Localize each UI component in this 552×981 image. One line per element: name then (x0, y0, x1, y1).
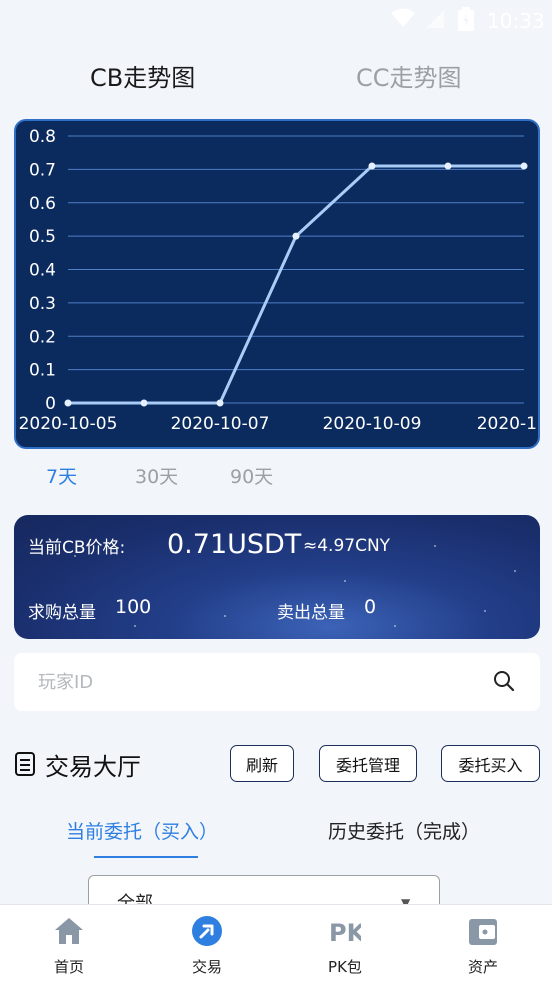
range-tab-30d[interactable]: 30天 (135, 462, 178, 489)
price-value: 0.71USDT (167, 529, 302, 560)
buy-total-value: 100 (115, 596, 152, 618)
price-data-point (64, 399, 72, 407)
range-tab-7d[interactable]: 7天 (46, 462, 77, 489)
range-tab-90d[interactable]: 90天 (230, 462, 273, 489)
player-id-input[interactable] (38, 667, 478, 697)
place-buy-order-button[interactable]: 委托买入 (441, 745, 540, 782)
tab-cb-chart[interactable]: CB走势图 (90, 58, 195, 93)
nav-trade[interactable]: 交易 (157, 905, 257, 981)
wallet-icon (469, 919, 497, 945)
pk-icon: PK (329, 919, 361, 947)
active-tab-underline (94, 856, 198, 858)
svg-text:PK: PK (329, 919, 361, 947)
y-tick-label: 0.4 (29, 261, 56, 281)
tab-history-orders[interactable]: 历史委托（完成） (328, 817, 480, 844)
chart-type-tabs: CB走势图 CC走势图 (0, 58, 552, 98)
document-list-icon (15, 752, 35, 776)
refresh-button[interactable]: 刷新 (230, 745, 294, 782)
y-tick-label: 0.8 (29, 127, 56, 147)
price-card: 当前CB价格: 0.71USDT ≈4.97CNY 求购总量 100 卖出总量 … (14, 515, 540, 639)
nav-assets-label: 资产 (467, 958, 498, 976)
nav-home-label: 首页 (53, 958, 84, 976)
order-tabs: 当前委托（买入） 历史委托（完成） (0, 815, 552, 865)
price-line-chart: 0 0.1 0.2 0.3 0.4 0.5 0.6 0.7 0.8 2020-10-05 2020-… (19, 127, 540, 434)
nav-pk[interactable]: PK PK包 (295, 905, 395, 981)
clock: 10:33 (487, 9, 545, 33)
price-data-point (520, 162, 528, 170)
status-bar: 10:33 (0, 0, 552, 40)
nav-trade-label: 交易 (191, 958, 222, 976)
price-cny: ≈4.97CNY (303, 536, 391, 556)
price-data-point (216, 399, 224, 407)
x-tick-label: 2020-10-09 (323, 414, 422, 434)
y-tick-label: 0.6 (29, 194, 56, 214)
x-tick-label: 2020-10-07 (171, 414, 270, 434)
search-icon[interactable] (492, 669, 516, 693)
nav-pk-label: PK包 (328, 958, 362, 976)
nav-assets[interactable]: 资产 (433, 905, 533, 981)
y-tick-label: 0 (45, 394, 56, 414)
home-icon (55, 918, 83, 944)
bottom-nav: 首页 交易 PK PK包 资产 (0, 904, 552, 981)
range-tabs: 7天 30天 90天 (0, 462, 552, 492)
price-data-point (140, 399, 148, 407)
price-data-point (368, 162, 376, 170)
wifi-icon (391, 8, 415, 27)
sell-total-value: 0 (364, 596, 377, 618)
price-data-point (292, 232, 300, 240)
sell-total-label: 卖出总量 (277, 603, 345, 623)
battery-icon (458, 7, 474, 31)
player-search (14, 653, 540, 711)
signal-icon (426, 10, 444, 28)
price-data-point (444, 162, 452, 170)
price-chart: 0 0.1 0.2 0.3 0.4 0.5 0.6 0.7 0.8 2020-10-05 2020-… (14, 119, 540, 449)
buy-total-label: 求购总量 (28, 603, 96, 623)
order-management-button[interactable]: 委托管理 (319, 745, 417, 782)
y-tick-label: 0.7 (29, 160, 56, 180)
y-tick-label: 0.5 (29, 227, 56, 247)
trading-hall-title: 交易大厅 (45, 753, 141, 781)
y-tick-label: 0.3 (29, 294, 56, 314)
trade-icon (192, 916, 222, 946)
x-tick-label: 2020-10-1( (477, 414, 540, 434)
x-tick-label: 2020-10-05 (19, 414, 118, 434)
nav-home[interactable]: 首页 (19, 905, 119, 981)
y-tick-label: 0.2 (29, 327, 56, 347)
tab-cc-chart[interactable]: CC走势图 (356, 58, 462, 93)
y-tick-label: 0.1 (29, 361, 56, 381)
tab-current-orders[interactable]: 当前委托（买入） (66, 817, 218, 844)
price-series-line (68, 164, 524, 405)
price-label: 当前CB价格: (28, 538, 126, 558)
